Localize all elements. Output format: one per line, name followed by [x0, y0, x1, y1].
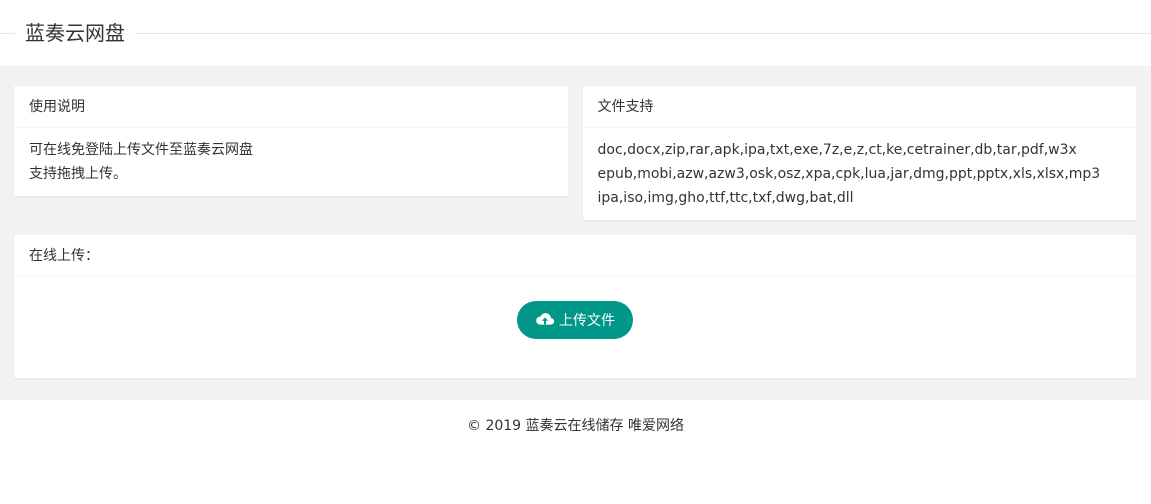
- main-content: 使用说明 可在线免登陆上传文件至蓝奏云网盘 支持拖拽上传。 文件支持 doc,d…: [0, 66, 1151, 400]
- formats-line: doc,docx,zip,rar,apk,ipa,txt,exe,7z,e,z,…: [597, 142, 1077, 158]
- upload-card: 在线上传： 上传文件: [14, 235, 1136, 378]
- upload-file-button[interactable]: 上传文件: [517, 301, 633, 339]
- page-title: 蓝奏云网盘: [15, 19, 135, 47]
- upload-card-title: 在线上传：: [14, 235, 1136, 277]
- upload-card-body: 上传文件: [14, 277, 1136, 378]
- page-header: 蓝奏云网盘: [0, 0, 1151, 66]
- usage-line: 可在线免登陆上传文件至蓝奏云网盘: [29, 142, 253, 158]
- header-divider: [0, 33, 1151, 34]
- formats-line: epub,mobi,azw,azw3,osk,osz,xpa,cpk,lua,j…: [597, 166, 1101, 182]
- usage-line: 支持拖拽上传。: [29, 166, 127, 182]
- formats-card: 文件支持 doc,docx,zip,rar,apk,ipa,txt,exe,7z…: [582, 86, 1137, 220]
- cloud-upload-icon: [536, 313, 555, 325]
- usage-card-body: 可在线免登陆上传文件至蓝奏云网盘 支持拖拽上传。: [14, 128, 568, 196]
- usage-card: 使用说明 可在线免登陆上传文件至蓝奏云网盘 支持拖拽上传。: [14, 86, 568, 196]
- info-row: 使用说明 可在线免登陆上传文件至蓝奏云网盘 支持拖拽上传。 文件支持 doc,d…: [14, 86, 1136, 220]
- footer-copyright: © 2019 蓝奏云在线储存 唯爱网络: [467, 418, 684, 434]
- formats-card-body: doc,docx,zip,rar,apk,ipa,txt,exe,7z,e,z,…: [583, 128, 1137, 220]
- upload-button-label: 上传文件: [559, 312, 615, 328]
- formats-line: ipa,iso,img,gho,ttf,ttc,txf,dwg,bat,dll: [597, 190, 854, 206]
- formats-card-title: 文件支持: [582, 86, 1136, 128]
- usage-card-title: 使用说明: [14, 86, 568, 128]
